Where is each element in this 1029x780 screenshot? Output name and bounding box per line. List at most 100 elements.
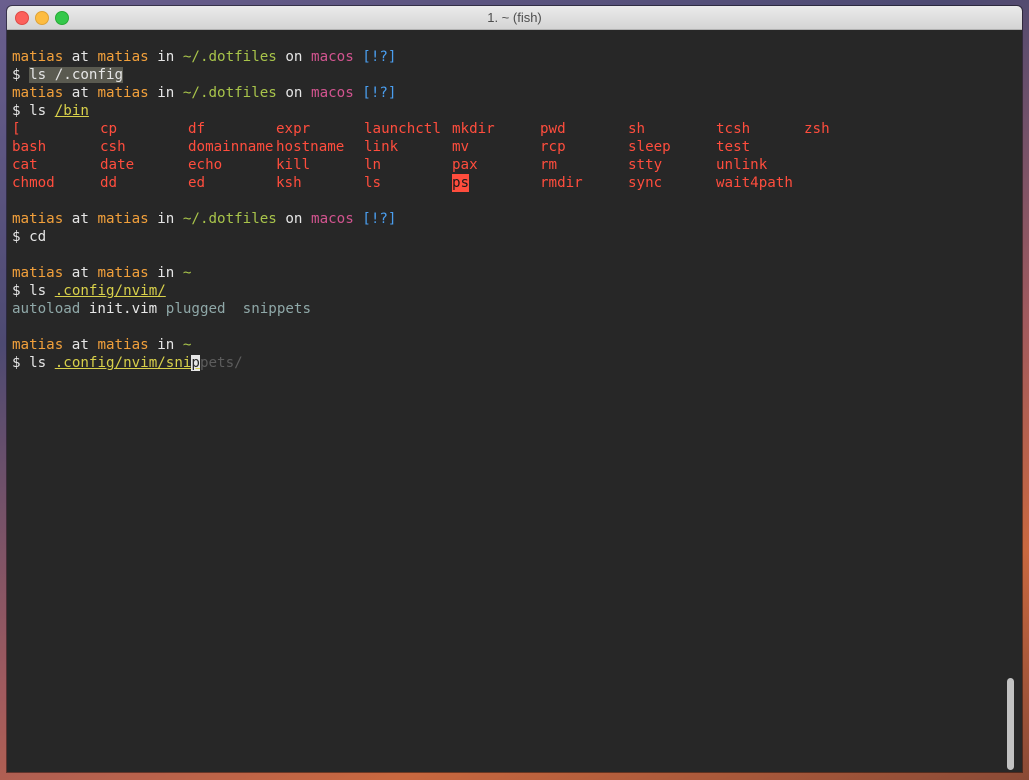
bin-entry: sleep (628, 139, 671, 155)
prompt-dollar: $ (12, 283, 21, 299)
bin-entry: ksh (276, 175, 302, 191)
prompt-branch: macos (311, 211, 354, 227)
bin-entry: link (364, 139, 399, 155)
prompt-at: at (71, 85, 89, 101)
bin-entry: ed (188, 175, 206, 191)
prompt-host: matias (97, 337, 149, 353)
listing-file: init.vim (88, 301, 158, 317)
prompt-dir: ~ (182, 337, 192, 353)
bin-entry: domainname (188, 139, 274, 155)
command-arg: /bin (54, 103, 89, 119)
prompt-on: on (285, 211, 303, 227)
prompt-in: in (157, 211, 175, 227)
prompt-dollar: $ (12, 229, 21, 245)
command-name: ls (29, 355, 47, 371)
prompt-dir: ~/.dotfiles (182, 211, 277, 227)
command-line: $ ls .config/nvim/ (12, 282, 1002, 300)
bin-entry: csh (100, 139, 126, 155)
prompt-dir: ~/.dotfiles (182, 49, 277, 65)
prompt-line: matias at matias in ~/.dotfiles on macos… (12, 84, 1002, 102)
prompt-host: matias (97, 265, 149, 281)
prompt-dollar: $ (12, 67, 21, 83)
prompt-user: matias (12, 265, 64, 281)
terminal-output[interactable]: matias at matias in ~/.dotfiles on macos… (12, 48, 1002, 768)
bin-entry: sh (628, 121, 646, 137)
bin-listing-row: chmod dd ed ksh ls ps rmdir sync wait4path (12, 174, 1002, 192)
bin-entry: pax (452, 157, 478, 173)
prompt-dir: ~ (182, 265, 192, 281)
prompt-in: in (157, 85, 175, 101)
command-name: cd (29, 229, 47, 245)
command-name: ls (29, 67, 47, 83)
bin-entry: rmdir (540, 175, 583, 191)
prompt-dollar: $ (12, 103, 21, 119)
bin-entry: ps (452, 174, 470, 192)
bin-entry: sync (628, 175, 663, 191)
prompt-host: matias (97, 85, 149, 101)
command-line: $ cd (12, 228, 1002, 246)
bin-entry: bash (12, 139, 47, 155)
bin-entry: echo (188, 157, 223, 173)
prompt-user: matias (12, 49, 64, 65)
command-line: $ ls /bin (12, 102, 1002, 120)
vertical-scrollbar[interactable] (1007, 678, 1014, 770)
prompt-flags: [!?] (362, 211, 397, 227)
bin-entry: pwd (540, 121, 566, 137)
title-bar[interactable]: 1. ~ (fish) (7, 6, 1022, 30)
command-name: ls (29, 103, 47, 119)
bin-entry: rm (540, 157, 558, 173)
prompt-dir: ~/.dotfiles (182, 85, 277, 101)
bin-entry: cp (100, 121, 118, 137)
bin-listing-row: [cp df expr launchctl mkdir pwd sh tcsh zsh (12, 120, 1002, 138)
window-title: 1. ~ (fish) (487, 10, 542, 25)
prompt-line: matias at matias in ~ (12, 336, 1002, 354)
nvim-listing: autoload init.vim plugged snippets (12, 300, 1002, 318)
prompt-line: matias at matias in ~ (12, 264, 1002, 282)
active-command-line[interactable]: $ ls .config/nvim/snippets/ (12, 354, 1002, 372)
prompt-user: matias (12, 85, 64, 101)
prompt-at: at (71, 211, 89, 227)
bin-entry: chmod (12, 175, 55, 191)
prompt-host: matias (97, 211, 149, 227)
bin-entry: ln (364, 157, 382, 173)
bin-entry: kill (276, 157, 311, 173)
bin-entry: expr (276, 121, 311, 137)
bin-entry: stty (628, 157, 663, 173)
prompt-line: matias at matias in ~/.dotfiles on macos… (12, 210, 1002, 228)
bin-listing: [cp df expr launchctl mkdir pwd sh tcsh zsh bash c… (12, 120, 1002, 192)
prompt-at: at (71, 49, 89, 65)
prompt-in: in (157, 49, 175, 65)
prompt-flags: [!?] (362, 49, 397, 65)
bin-entry: tcsh (716, 121, 751, 137)
command-line: $ ls /.config (12, 66, 1002, 84)
listing-dir: autoload (12, 301, 81, 317)
bin-listing-row: bash csh domainname hostname link mv rcp sleep t… (12, 138, 1002, 156)
bin-entry: dd (100, 175, 118, 191)
listing-dir: plugged (165, 301, 226, 317)
command-name: ls (29, 283, 47, 299)
bin-entry: df (188, 121, 206, 137)
prompt-flags: [!?] (362, 85, 397, 101)
bin-entry: mkdir (452, 121, 495, 137)
bin-entry: rcp (540, 139, 566, 155)
bin-entry: date (100, 157, 135, 173)
prompt-branch: macos (311, 49, 354, 65)
prompt-at: at (71, 265, 89, 281)
bin-entry: launchctl (364, 121, 441, 137)
prompt-in: in (157, 337, 175, 353)
bin-listing-row: cat date echo kill ln pax rm stty unlink (12, 156, 1002, 174)
prompt-user: matias (12, 337, 64, 353)
prompt-at: at (71, 337, 89, 353)
prompt-dollar: $ (12, 355, 21, 371)
bin-entry: test (716, 139, 751, 155)
command-arg-typed: .config/nvim/sni (54, 355, 192, 371)
prompt-line: matias at matias in ~/.dotfiles on macos… (12, 48, 1002, 66)
prompt-branch: macos (311, 85, 354, 101)
bin-entry: hostname (276, 139, 345, 155)
prompt-on: on (285, 85, 303, 101)
text-cursor: p (191, 355, 200, 371)
bin-entry: zsh (804, 121, 830, 137)
bin-entry: ls (364, 175, 382, 191)
